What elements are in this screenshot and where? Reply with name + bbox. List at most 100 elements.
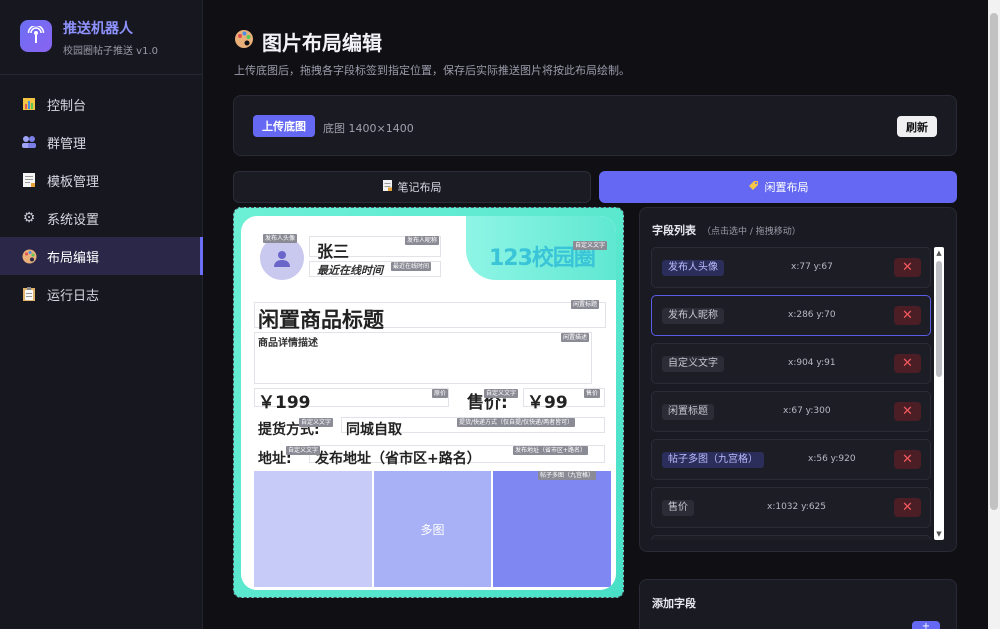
delete-field-button[interactable]: ✕ xyxy=(894,402,921,421)
field-tag-delivery[interactable]: 提货/快递方式（仅自提/仅快递/两者皆可） xyxy=(457,418,576,427)
scroll-thumb[interactable] xyxy=(936,261,942,377)
canvas-item-description[interactable]: 商品详情描述 xyxy=(258,334,318,349)
sidebar: 推送机器人 校园圈帖子推送 v1.0 控制台 群管理 模板管理 ⚙ 系统设置 布… xyxy=(0,0,203,629)
document-icon xyxy=(21,172,37,188)
sidebar-nav: 控制台 群管理 模板管理 ⚙ 系统设置 布局编辑 运行日志 xyxy=(0,85,203,313)
page-scroll-thumb[interactable] xyxy=(990,13,998,510)
layout-canvas[interactable]: 123校园圈 张三 最近在线时间 闲置商品标题 商品详情描述 ￥199 售价: … xyxy=(233,207,624,598)
tab-idle-layout[interactable]: 闲置布局 xyxy=(599,171,957,203)
field-item[interactable]: 自定义文字 x:904 y:91 ✕ xyxy=(651,343,931,384)
field-tag-original-price[interactable]: 原价 xyxy=(432,389,449,398)
sidebar-item-label: 布局编辑 xyxy=(47,250,100,266)
field-item-label: 帖子多图（九宫格） xyxy=(662,452,764,468)
field-item-label: 发布人昵称 xyxy=(662,308,724,324)
document-icon xyxy=(382,180,392,194)
field-tag-description[interactable]: 闲置描述 xyxy=(561,333,590,342)
page-title-text: 图片布局编辑 xyxy=(262,31,382,55)
canvas-delivery-value[interactable]: 同城自取 xyxy=(346,419,402,439)
tag-icon xyxy=(748,180,759,194)
grid-cell: 多图 xyxy=(373,471,492,587)
sidebar-item-logs[interactable]: 运行日志 xyxy=(0,275,203,313)
image-grid[interactable]: 多图 xyxy=(254,471,612,590)
canvas-nickname[interactable]: 张三 xyxy=(317,238,349,262)
sidebar-item-groups[interactable]: 群管理 xyxy=(0,123,203,161)
field-item-coord: x:286 y:70 xyxy=(788,310,836,320)
delete-field-button[interactable]: ✕ xyxy=(894,450,921,469)
sidebar-item-label: 运行日志 xyxy=(47,288,100,304)
chart-icon xyxy=(21,96,37,112)
upload-base-image-button[interactable]: 上传底图 xyxy=(253,115,315,137)
sidebar-item-label: 控制台 xyxy=(47,98,87,114)
field-item[interactable] xyxy=(651,535,931,540)
field-item-coord: x:67 y:300 xyxy=(783,406,831,416)
field-item-label: 售价 xyxy=(662,500,694,516)
field-tag-sale-price[interactable]: 售价 xyxy=(584,389,601,398)
field-item[interactable]: 售价 x:1032 y:625 ✕ xyxy=(651,487,931,528)
field-item[interactable]: 发布人头像 x:77 y:67 ✕ xyxy=(651,247,931,288)
page-description: 上传底图后，拖拽各字段标签到指定位置，保存后实际推送图片将按此布局绘制。 xyxy=(234,64,630,77)
field-item[interactable]: 帖子多图（九宫格） x:56 y:920 ✕ xyxy=(651,439,931,480)
field-tag-custom-text[interactable]: 自定义文字 xyxy=(299,418,334,427)
canvas-original-price[interactable]: ￥199 xyxy=(258,388,311,413)
field-tag-images[interactable]: 帖子多图（九宫格） xyxy=(538,471,597,480)
main-content: 图片布局编辑 上传底图后，拖拽各字段标签到指定位置，保存后实际推送图片将按此布局… xyxy=(203,0,988,629)
canvas-sale-price[interactable]: ￥99 xyxy=(527,388,568,413)
field-item-label: 发布人头像 xyxy=(662,260,724,276)
palette-icon xyxy=(21,248,37,264)
field-item[interactable]: 闲置标题 x:67 y:300 ✕ xyxy=(651,391,931,432)
sidebar-item-settings[interactable]: ⚙ 系统设置 xyxy=(0,199,203,237)
field-tag-avatar[interactable]: 发布人头像 xyxy=(263,234,298,243)
field-item-coord: x:77 y:67 xyxy=(791,262,833,272)
page-scrollbar[interactable] xyxy=(988,0,1000,629)
brand: 推送机器人 校园圈帖子推送 v1.0 xyxy=(0,0,203,75)
field-tag-custom-text[interactable]: 自定义文字 xyxy=(573,241,608,250)
field-tag-nickname[interactable]: 发布人昵称 xyxy=(405,236,440,245)
field-item-label: 闲置标题 xyxy=(662,404,714,420)
tab-note-layout[interactable]: 笔记布局 xyxy=(233,171,591,203)
field-tag-title[interactable]: 闲置标题 xyxy=(571,300,600,309)
sidebar-item-templates[interactable]: 模板管理 xyxy=(0,161,203,199)
canvas-preview: 123校园圈 张三 最近在线时间 闲置商品标题 商品详情描述 ￥199 售价: … xyxy=(241,216,616,590)
field-tag-custom-text[interactable]: 自定义文字 xyxy=(484,389,519,398)
field-list-title: 字段列表 xyxy=(652,224,696,237)
field-list-panel: 字段列表 （点击选中 / 拖拽移动） 发布人头像 x:77 y:67 ✕ 发布人昵… xyxy=(639,207,957,552)
clipboard-icon xyxy=(21,286,37,302)
field-item-label: 自定义文字 xyxy=(662,356,724,372)
field-item-coord: x:1032 y:625 xyxy=(767,502,827,512)
group-icon xyxy=(21,134,37,150)
field-tag-custom-text[interactable]: 自定义文字 xyxy=(286,446,321,455)
page-title: 图片布局编辑 xyxy=(234,27,382,56)
sidebar-item-label: 系统设置 xyxy=(47,212,100,228)
refresh-button[interactable]: 刷新 xyxy=(897,116,937,137)
add-field-button[interactable]: + xyxy=(912,621,940,629)
base-image-size: 底图 1400×1400 xyxy=(323,122,414,135)
robot-logo-icon xyxy=(20,20,52,52)
field-tag-online-time[interactable]: 最近在线时间 xyxy=(391,262,432,271)
sidebar-item-dashboard[interactable]: 控制台 xyxy=(0,85,203,123)
scroll-up-icon[interactable]: ▲ xyxy=(935,249,943,257)
sidebar-item-layout-editor[interactable]: 布局编辑 xyxy=(0,237,203,275)
delete-field-button[interactable]: ✕ xyxy=(894,354,921,373)
scroll-down-icon[interactable]: ▼ xyxy=(935,530,943,538)
field-list-hint: （点击选中 / 拖拽移动） xyxy=(702,227,801,237)
canvas-online-time[interactable]: 最近在线时间 xyxy=(317,262,383,278)
gear-icon: ⚙ xyxy=(22,210,36,226)
canvas-address-value[interactable]: 发布地址（省市区+路名） xyxy=(315,448,481,468)
grid-label: 多图 xyxy=(420,522,445,537)
field-tag-address[interactable]: 发布地址（省市区+路名） xyxy=(513,446,589,455)
canvas-item-title[interactable]: 闲置商品标题 xyxy=(258,304,384,334)
field-item[interactable]: 发布人昵称 x:286 y:70 ✕ xyxy=(651,295,931,336)
delete-field-button[interactable]: ✕ xyxy=(894,306,921,325)
palette-icon xyxy=(234,29,254,54)
field-list[interactable]: 发布人头像 x:77 y:67 ✕ 发布人昵称 x:286 y:70 ✕ 自定义… xyxy=(651,247,931,540)
field-list-scrollbar[interactable]: ▲ ▼ xyxy=(934,247,944,540)
app-window: 推送机器人 校园圈帖子推送 v1.0 控制台 群管理 模板管理 ⚙ 系统设置 布… xyxy=(0,0,1000,629)
delete-field-button[interactable]: ✕ xyxy=(894,498,921,517)
brand-title: 推送机器人 xyxy=(63,21,133,37)
sidebar-item-label: 模板管理 xyxy=(47,174,100,190)
grid-cell xyxy=(254,471,372,587)
delete-field-button[interactable]: ✕ xyxy=(894,258,921,277)
brand-subtitle: 校园圈帖子推送 v1.0 xyxy=(63,46,158,57)
add-field-panel: 添加字段 + xyxy=(639,579,957,629)
field-item-coord: x:904 y:91 xyxy=(788,358,836,368)
